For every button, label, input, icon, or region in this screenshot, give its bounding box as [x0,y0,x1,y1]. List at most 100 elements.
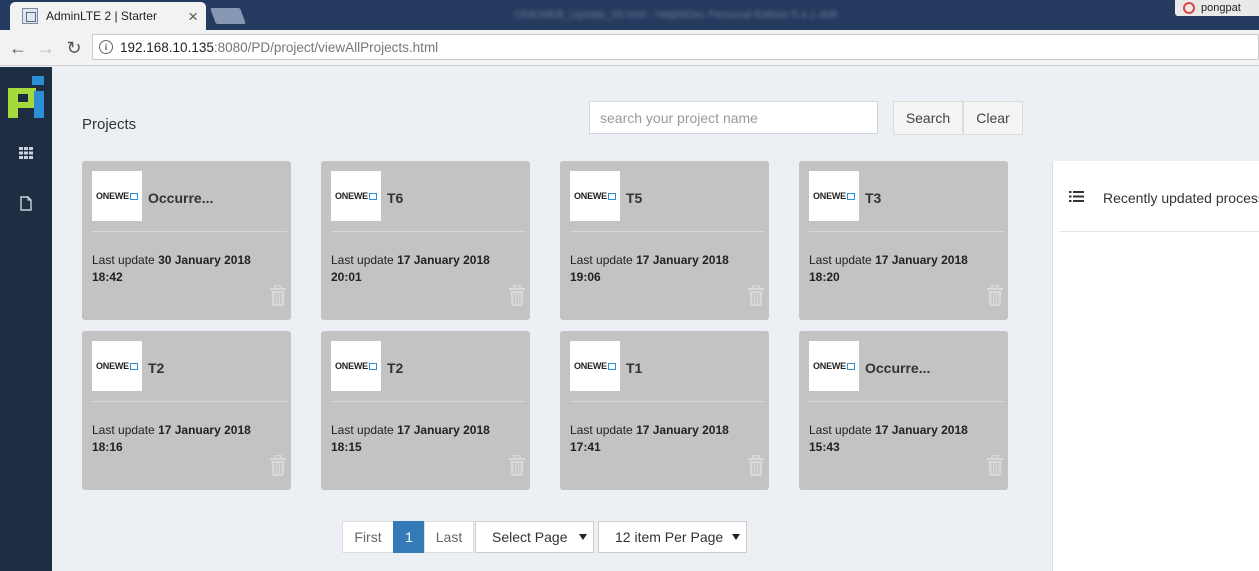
items-per-page-dropdown[interactable]: 12 item Per Page [598,521,747,553]
caret-down-icon [732,534,740,540]
select-page-value: Select Page [492,529,568,545]
project-last-update: Last update 17 January 2018 15:43 [809,423,968,454]
trash-icon[interactable] [746,284,766,307]
trash-icon[interactable] [985,454,1005,477]
recent-process-header: Recently updated process [1059,161,1259,232]
info-icon[interactable]: i [99,40,113,54]
trash-icon[interactable] [985,284,1005,307]
project-card[interactable]: ONEWE T2 Last update 17 January 2018 18:1… [321,331,530,490]
page-1-button[interactable]: 1 [393,521,425,553]
list-icon [1069,191,1084,202]
browser-tab[interactable]: AdminLTE 2 | Starter × [10,2,206,30]
trash-icon[interactable] [507,454,527,477]
project-logo-text: ONEWE [335,361,377,371]
browser-titlebar: AdminLTE 2 | Starter × ONEWEB_Update_05.… [0,0,1259,30]
url-field[interactable]: i 192.168.10.135 :8080/PD/project/viewAl… [92,34,1259,60]
page-title: Projects [82,116,137,133]
project-card[interactable]: ONEWE T2 Last update 17 January 2018 18:1… [82,331,291,490]
last-page-button[interactable]: Last [424,521,474,553]
search-input[interactable] [589,101,878,134]
project-name: Occurre... [148,190,214,206]
oneweb-mark-icon [847,192,855,200]
card-divider [570,401,765,402]
project-logo-text: ONEWE [335,191,377,201]
caret-down-icon [579,534,587,540]
project-name: T2 [387,360,404,376]
project-name: T5 [626,190,643,206]
user-icon [1183,2,1195,14]
project-card[interactable]: ONEWE T3 Last update 17 January 2018 18:2… [799,161,1008,320]
card-divider [331,401,526,402]
project-logo: ONEWE [809,171,859,221]
oneweb-mark-icon [130,192,138,200]
project-logo: ONEWE [809,341,859,391]
close-tab-icon[interactable]: × [188,8,198,25]
trash-icon[interactable] [268,284,288,307]
url-host: 192.168.10.135 [120,39,214,55]
project-last-update: Last update 30 January 2018 18:42 [92,253,251,284]
project-name: T1 [626,360,643,376]
oneweb-mark-icon [608,362,616,370]
project-last-update: Last update 17 January 2018 18:15 [331,423,490,454]
project-last-update: Last update 17 January 2018 19:06 [570,253,729,284]
project-logo-text: ONEWE [813,191,855,201]
select-page-dropdown[interactable]: Select Page [475,521,594,553]
card-divider [809,401,1004,402]
project-logo-text: ONEWE [574,361,616,371]
window-title: ONEWEB_Update_05.tmd - HelpNDoc Personal… [515,9,838,21]
trash-icon[interactable] [268,454,288,477]
oneweb-mark-icon [130,362,138,370]
address-bar: ← → ↻ i 192.168.10.135 :8080/PD/project/… [0,30,1259,66]
app-logo[interactable] [8,76,44,118]
oneweb-mark-icon [369,192,377,200]
first-page-button[interactable]: First [342,521,394,553]
project-last-update: Last update 17 January 2018 17:41 [570,423,729,454]
grid-icon[interactable] [16,143,36,163]
project-last-update: Last update 17 January 2018 20:01 [331,253,490,284]
project-logo-text: ONEWE [813,361,855,371]
forward-button[interactable]: → [34,36,58,60]
project-name: T2 [148,360,165,376]
oneweb-mark-icon [369,362,377,370]
project-logo-text: ONEWE [96,191,138,201]
items-per-page-value: 12 item Per Page [615,529,724,545]
back-button[interactable]: ← [6,36,30,60]
clear-button[interactable]: Clear [963,101,1023,135]
url-path: :8080/PD/project/viewAllProjects.html [213,39,439,55]
project-logo: ONEWE [331,341,381,391]
pagination: First 1 Last [342,521,474,553]
project-card[interactable]: ONEWE T5 Last update 17 January 2018 19:0… [560,161,769,320]
oneweb-mark-icon [608,192,616,200]
new-tab-button[interactable] [210,8,246,24]
project-card[interactable]: ONEWE Occurre... Last update 30 January … [82,161,291,320]
project-card[interactable]: ONEWE T6 Last update 17 January 2018 20:0… [321,161,530,320]
document-icon[interactable] [16,193,36,213]
project-logo: ONEWE [92,341,142,391]
project-card[interactable]: ONEWE T1 Last update 17 January 2018 17:4… [560,331,769,490]
oneweb-mark-icon [847,362,855,370]
trash-icon[interactable] [746,454,766,477]
tab-title: AdminLTE 2 | Starter [46,9,157,23]
sidebar [0,67,52,571]
project-grid: ONEWE Occurre... Last update 30 January … [82,161,1012,490]
card-divider [570,231,765,232]
reload-button[interactable]: ↻ [62,36,86,60]
search-button[interactable]: Search [893,101,963,135]
project-logo: ONEWE [570,341,620,391]
project-logo-text: ONEWE [96,361,138,371]
project-name: T6 [387,190,404,206]
user-name: pongpat [1201,2,1241,14]
user-profile-badge[interactable]: pongpat [1175,0,1259,16]
project-card[interactable]: ONEWE Occurre... Last update 17 January … [799,331,1008,490]
favicon-icon [22,8,38,24]
project-last-update: Last update 17 January 2018 18:20 [809,253,968,284]
project-name: Occurre... [865,360,931,376]
trash-icon[interactable] [507,284,527,307]
recent-process-title: Recently updated process [1103,190,1259,206]
project-logo: ONEWE [331,171,381,221]
card-divider [92,231,287,232]
card-divider [809,231,1004,232]
project-logo: ONEWE [92,171,142,221]
card-divider [92,401,287,402]
project-last-update: Last update 17 January 2018 18:16 [92,423,251,454]
